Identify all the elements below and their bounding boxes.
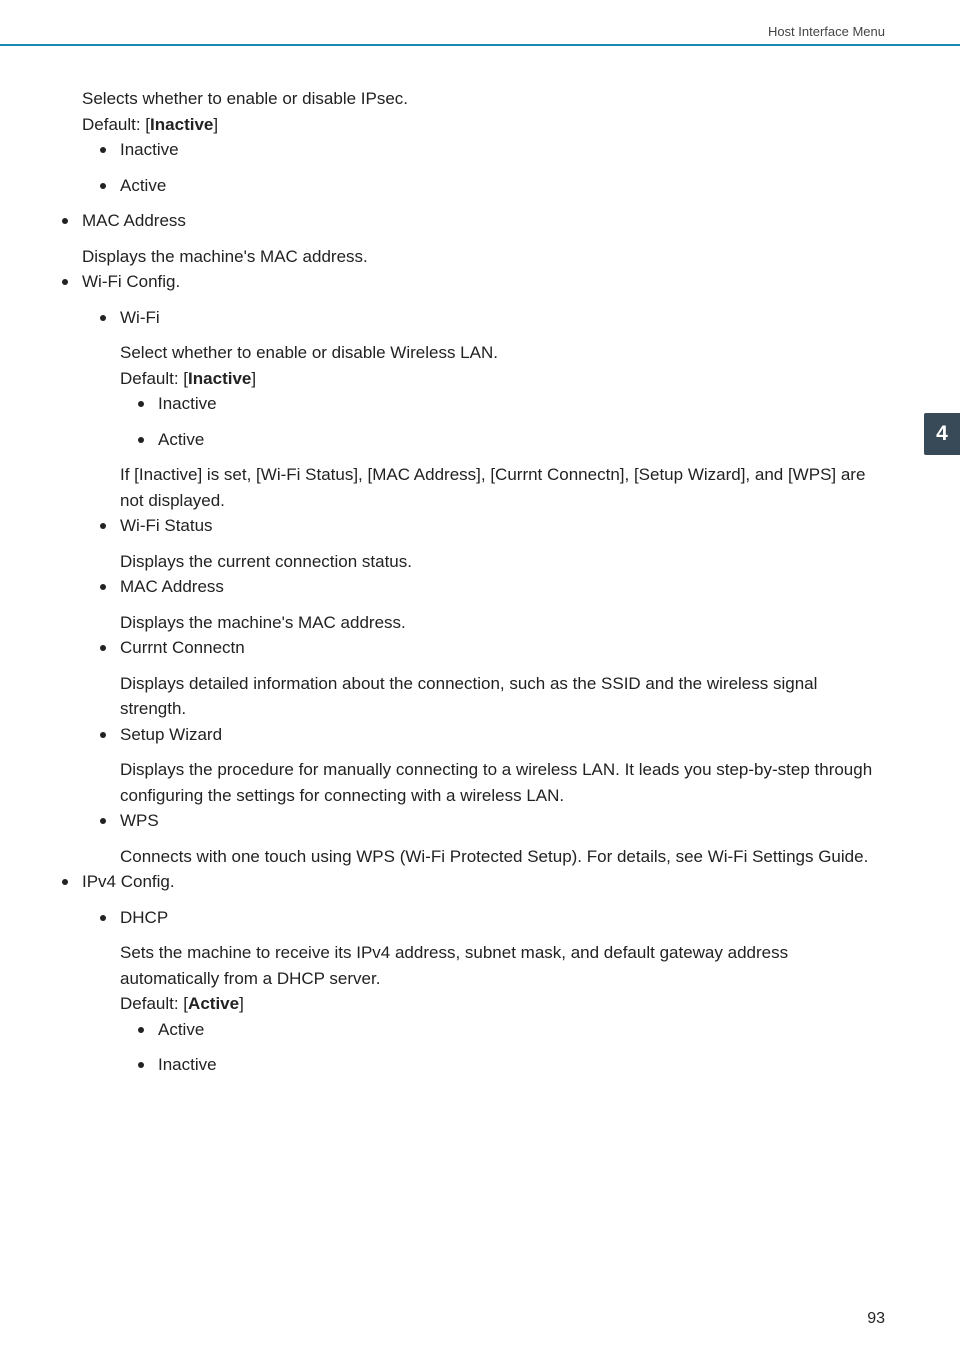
item-label: Setup Wizard (120, 722, 882, 748)
wifi-default: Default: [Inactive] (62, 366, 882, 392)
option-label: Active (120, 173, 882, 199)
bullet-icon (62, 218, 68, 224)
option-label: Active (158, 1017, 882, 1043)
item-mac-address-2: MAC Address (62, 574, 882, 600)
item-label: Wi-Fi Config. (82, 269, 882, 295)
bullet-icon (62, 879, 68, 885)
default-prefix: Default: [ (120, 994, 188, 1013)
bullet-icon (138, 437, 144, 443)
default-suffix: ] (213, 115, 218, 134)
ipsec-option-active: Active (62, 173, 882, 199)
wifi-option-inactive: Inactive (62, 391, 882, 417)
bullet-icon (100, 818, 106, 824)
currnt-description: Displays detailed information about the … (62, 671, 882, 722)
item-label: MAC Address (120, 574, 882, 600)
dhcp-option-inactive: Inactive (62, 1052, 882, 1078)
item-wifi-status: Wi-Fi Status (62, 513, 882, 539)
default-prefix: Default: [ (82, 115, 150, 134)
wifi-option-active: Active (62, 427, 882, 453)
bullet-icon (100, 183, 106, 189)
bullet-icon (138, 1062, 144, 1068)
default-prefix: Default: [ (120, 369, 188, 388)
ipsec-default: Default: [Inactive] (62, 112, 882, 138)
chapter-tab: 4 (924, 413, 960, 455)
wifi-note: If [Inactive] is set, [Wi-Fi Status], [M… (62, 462, 882, 513)
bullet-icon (100, 584, 106, 590)
item-setup-wizard: Setup Wizard (62, 722, 882, 748)
ipsec-description: Selects whether to enable or disable IPs… (62, 86, 882, 112)
item-label: Currnt Connectn (120, 635, 882, 661)
item-label: DHCP (120, 905, 882, 931)
ipsec-default-value: Inactive (150, 115, 213, 134)
page-number: 93 (867, 1310, 885, 1328)
option-label: Active (158, 427, 882, 453)
page: Host Interface Menu 4 Selects whether to… (0, 0, 960, 1360)
item-ipv4-config: IPv4 Config. (62, 869, 882, 895)
bullet-icon (138, 401, 144, 407)
wifi-default-value: Inactive (188, 369, 251, 388)
item-label: Wi-Fi (120, 305, 882, 331)
item-wifi: Wi-Fi (62, 305, 882, 331)
option-label: Inactive (158, 391, 882, 417)
bullet-icon (100, 645, 106, 651)
dhcp-default: Default: [Active] (62, 991, 882, 1017)
header-rule (0, 44, 960, 46)
item-wps: WPS (62, 808, 882, 834)
bullet-icon (138, 1027, 144, 1033)
mac-description: Displays the machine's MAC address. (62, 244, 882, 270)
item-currnt-connectn: Currnt Connectn (62, 635, 882, 661)
wifi-description: Select whether to enable or disable Wire… (62, 340, 882, 366)
dhcp-description: Sets the machine to receive its IPv4 add… (62, 940, 882, 991)
mac2-description: Displays the machine's MAC address. (62, 610, 882, 636)
item-wifi-config: Wi-Fi Config. (62, 269, 882, 295)
header-section-title: Host Interface Menu (768, 24, 885, 39)
default-suffix: ] (251, 369, 256, 388)
item-label: WPS (120, 808, 882, 834)
default-suffix: ] (239, 994, 244, 1013)
item-label: MAC Address (82, 208, 882, 234)
content-body: Selects whether to enable or disable IPs… (62, 86, 882, 1088)
option-label: Inactive (120, 137, 882, 163)
bullet-icon (100, 147, 106, 153)
bullet-icon (100, 732, 106, 738)
dhcp-default-value: Active (188, 994, 239, 1013)
option-label: Inactive (158, 1052, 882, 1078)
item-label: Wi-Fi Status (120, 513, 882, 539)
item-label: IPv4 Config. (82, 869, 882, 895)
item-dhcp: DHCP (62, 905, 882, 931)
bullet-icon (100, 523, 106, 529)
setup-wizard-description: Displays the procedure for manually conn… (62, 757, 882, 808)
bullet-icon (100, 315, 106, 321)
wps-description: Connects with one touch using WPS (Wi-Fi… (62, 844, 882, 870)
wifi-status-description: Displays the current connection status. (62, 549, 882, 575)
bullet-icon (100, 915, 106, 921)
bullet-icon (62, 279, 68, 285)
item-mac-address: MAC Address (62, 208, 882, 234)
ipsec-option-inactive: Inactive (62, 137, 882, 163)
dhcp-option-active: Active (62, 1017, 882, 1043)
